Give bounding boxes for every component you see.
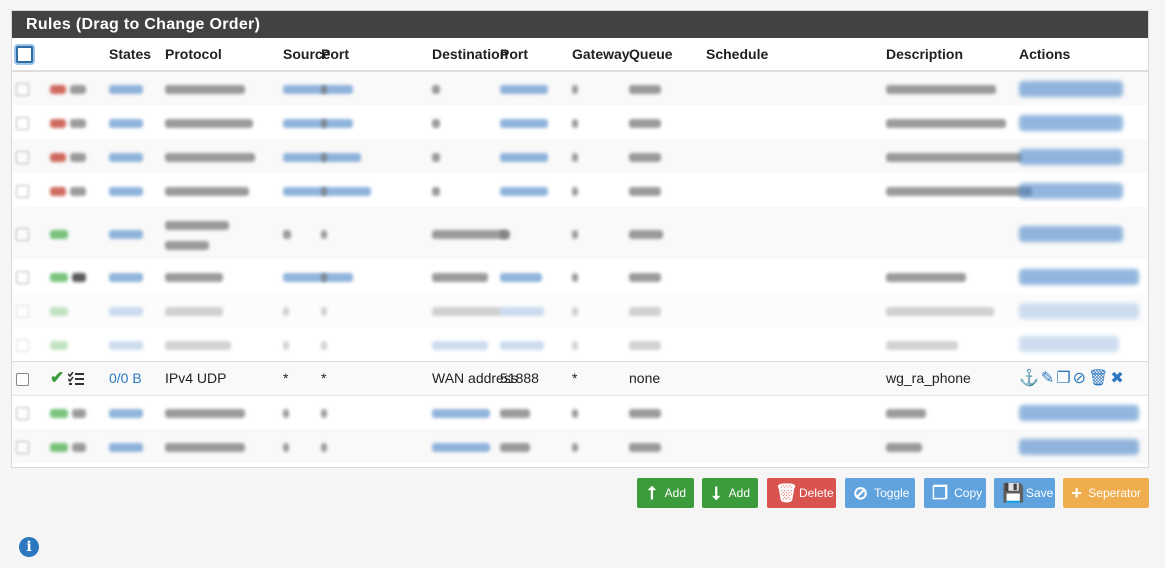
ban-icon: ⊘ — [853, 483, 869, 503]
add-rule-bottom-button[interactable]: ⭣ Add — [702, 478, 758, 508]
table-header-row: States Protocol Source Port Destination … — [12, 38, 1148, 72]
schedule-header: Schedule — [702, 38, 882, 72]
x-icon[interactable]: ✖ — [1110, 370, 1123, 387]
row-checkbox[interactable] — [16, 150, 29, 164]
row-actions[interactable] — [1019, 438, 1139, 455]
arrow-up-icon: ⭡ — [647, 483, 657, 503]
arrow-down-icon: ⭣ — [712, 483, 721, 503]
table-row[interactable] — [12, 429, 1148, 463]
table-row[interactable] — [12, 173, 1148, 207]
states-link[interactable]: 0/0 B — [109, 370, 142, 386]
info-icon[interactable]: i — [19, 537, 39, 557]
copy-icon[interactable]: ❐ — [1056, 370, 1070, 387]
anchor-icon[interactable]: ⚓ — [1019, 370, 1039, 387]
table-row[interactable] — [12, 293, 1148, 327]
table-row[interactable] — [12, 327, 1148, 361]
rules-table: States Protocol Source Port Destination … — [12, 38, 1148, 463]
toggle-button[interactable]: ⊘ Toggle — [845, 478, 915, 508]
source-port-cell: * — [317, 360, 428, 396]
trash-icon: 🗑 — [775, 483, 798, 503]
source-cell: * — [279, 360, 317, 396]
row-checkbox[interactable] — [16, 338, 29, 352]
protocol-header: Protocol — [161, 38, 279, 72]
gateway-cell: * — [568, 360, 625, 396]
separator-button[interactable]: + Seperator — [1063, 478, 1149, 508]
delete-button[interactable]: 🗑 Delete — [767, 478, 836, 508]
row-actions[interactable] — [1019, 182, 1123, 199]
destination-port-header: Port — [496, 38, 568, 72]
save-button[interactable]: 💾 Save — [994, 478, 1055, 508]
row-checkbox[interactable] — [16, 227, 29, 241]
source-header: Source — [279, 38, 330, 72]
row-actions[interactable] — [1019, 81, 1123, 98]
schedule-cell — [702, 360, 882, 396]
row-actions[interactable] — [1019, 336, 1119, 353]
add-rule-top-button[interactable]: ⭡ Add — [637, 478, 694, 508]
table-row[interactable] — [12, 395, 1148, 429]
row-actions[interactable] — [1019, 225, 1123, 242]
actions-header: Actions — [1015, 38, 1148, 72]
queue-cell: none — [625, 360, 702, 396]
protocol-cell: IPv4 UDP — [161, 360, 279, 396]
table-row-wg-ra-phone[interactable]: ✔ 0/0 B IPv4 UDP * * WAN address 51888 *… — [12, 360, 1148, 396]
row-checkbox[interactable] — [16, 116, 29, 130]
row-actions[interactable] — [1019, 268, 1139, 285]
check-icon[interactable]: ✔ — [50, 368, 64, 387]
status-column-header — [46, 38, 105, 72]
row-checkbox[interactable] — [16, 83, 29, 97]
source-port-header: Port — [317, 38, 428, 72]
row-checkbox[interactable] — [16, 440, 29, 454]
table-row[interactable] — [12, 259, 1148, 293]
row-actions[interactable] — [1019, 404, 1139, 421]
row-actions[interactable] — [1019, 114, 1123, 131]
panel-title: Rules (Drag to Change Order) — [12, 11, 1148, 38]
table-row[interactable] — [12, 139, 1148, 173]
destination-header: Destination — [428, 38, 508, 72]
trash-icon[interactable]: 🗑 — [1088, 370, 1108, 387]
table-row[interactable] — [12, 105, 1148, 139]
row-checkbox[interactable] — [16, 270, 29, 284]
destination-port-cell: 51888 — [496, 360, 568, 396]
gateway-header: Gateway — [568, 38, 630, 72]
list-check-icon[interactable] — [68, 372, 85, 386]
queue-header: Queue — [625, 38, 702, 72]
row-actions[interactable] — [1019, 148, 1123, 165]
destination-cell: WAN address — [428, 360, 518, 396]
select-all-checkbox[interactable] — [16, 45, 33, 63]
table-row[interactable] — [12, 207, 1148, 259]
description-header: Description — [882, 38, 1015, 72]
states-header: States — [105, 38, 161, 72]
floppy-disk-icon: 💾 — [1002, 483, 1025, 503]
actions-cell: ⚓ ✎ ❐ ⊘ 🗑 ✖ — [1015, 360, 1148, 396]
ban-icon[interactable]: ⊘ — [1073, 370, 1086, 387]
row-checkbox[interactable] — [16, 184, 29, 198]
row-checkbox[interactable] — [16, 407, 29, 421]
table-row[interactable] — [12, 71, 1148, 105]
plus-icon: + — [1071, 483, 1082, 503]
row-checkbox[interactable] — [16, 372, 29, 386]
copy-icon: ❐ — [932, 483, 949, 503]
description-cell: wg_ra_phone — [882, 360, 1015, 396]
rules-panel: Rules (Drag to Change Order) States Prot… — [11, 10, 1149, 468]
copy-button[interactable]: ❐ Copy — [924, 478, 986, 508]
row-actions[interactable] — [1019, 302, 1139, 319]
pencil-icon[interactable]: ✎ — [1041, 370, 1054, 387]
row-checkbox[interactable] — [16, 304, 29, 318]
